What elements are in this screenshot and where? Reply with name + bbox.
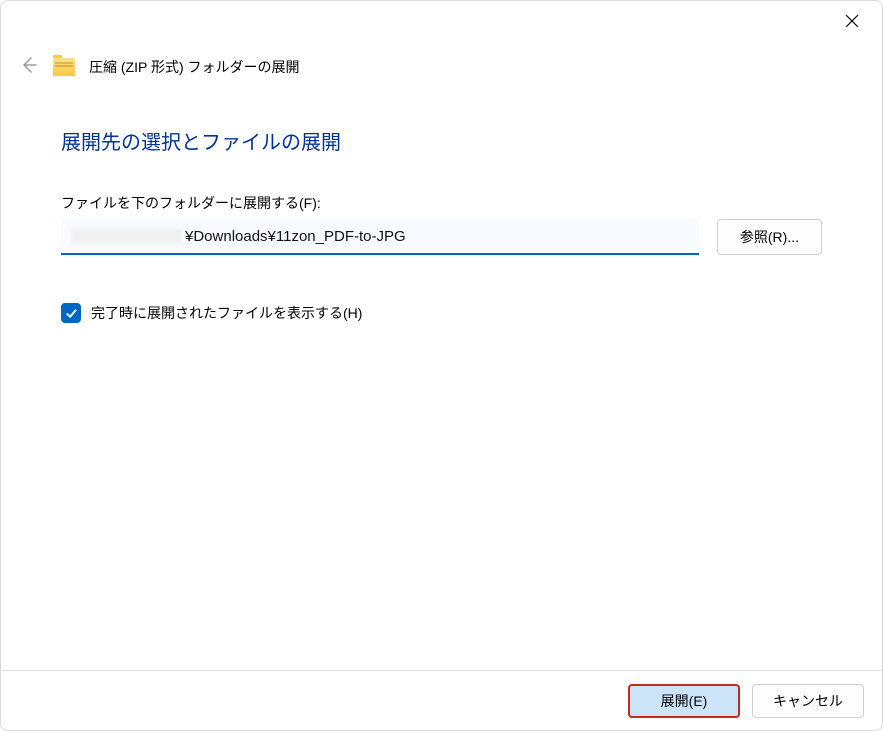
redacted-prefix — [71, 229, 181, 243]
titlebar — [842, 1, 882, 41]
close-button[interactable] — [842, 11, 862, 31]
show-files-checkbox-row: 完了時に展開されたファイルを表示する(H) — [61, 303, 822, 323]
destination-path-input[interactable]: ¥Downloads¥11zon_PDF-to-JPG — [61, 219, 699, 255]
extract-button[interactable]: 展開(E) — [628, 684, 740, 718]
path-row: ¥Downloads¥11zon_PDF-to-JPG 参照(R)... — [61, 219, 822, 255]
close-icon — [845, 14, 859, 28]
show-files-checkbox[interactable] — [61, 303, 81, 323]
back-button[interactable] — [19, 55, 39, 79]
back-arrow-icon — [19, 55, 39, 75]
path-value-text: ¥Downloads¥11zon_PDF-to-JPG — [185, 228, 406, 245]
window-title: 圧縮 (ZIP 形式) フォルダーの展開 — [89, 57, 300, 77]
browse-button[interactable]: 参照(R)... — [717, 219, 822, 255]
footer: 展開(E) キャンセル — [1, 670, 882, 730]
check-icon — [65, 307, 78, 320]
path-field-label: ファイルを下のフォルダーに展開する(F): — [61, 193, 822, 213]
cancel-button[interactable]: キャンセル — [752, 684, 864, 718]
zip-folder-icon — [53, 58, 75, 76]
main-heading: 展開先の選択とファイルの展開 — [61, 126, 822, 155]
content-area: 展開先の選択とファイルの展開 ファイルを下のフォルダーに展開する(F): ¥Do… — [61, 126, 822, 323]
show-files-checkbox-label: 完了時に展開されたファイルを表示する(H) — [91, 303, 362, 323]
header: 圧縮 (ZIP 形式) フォルダーの展開 — [19, 55, 300, 79]
